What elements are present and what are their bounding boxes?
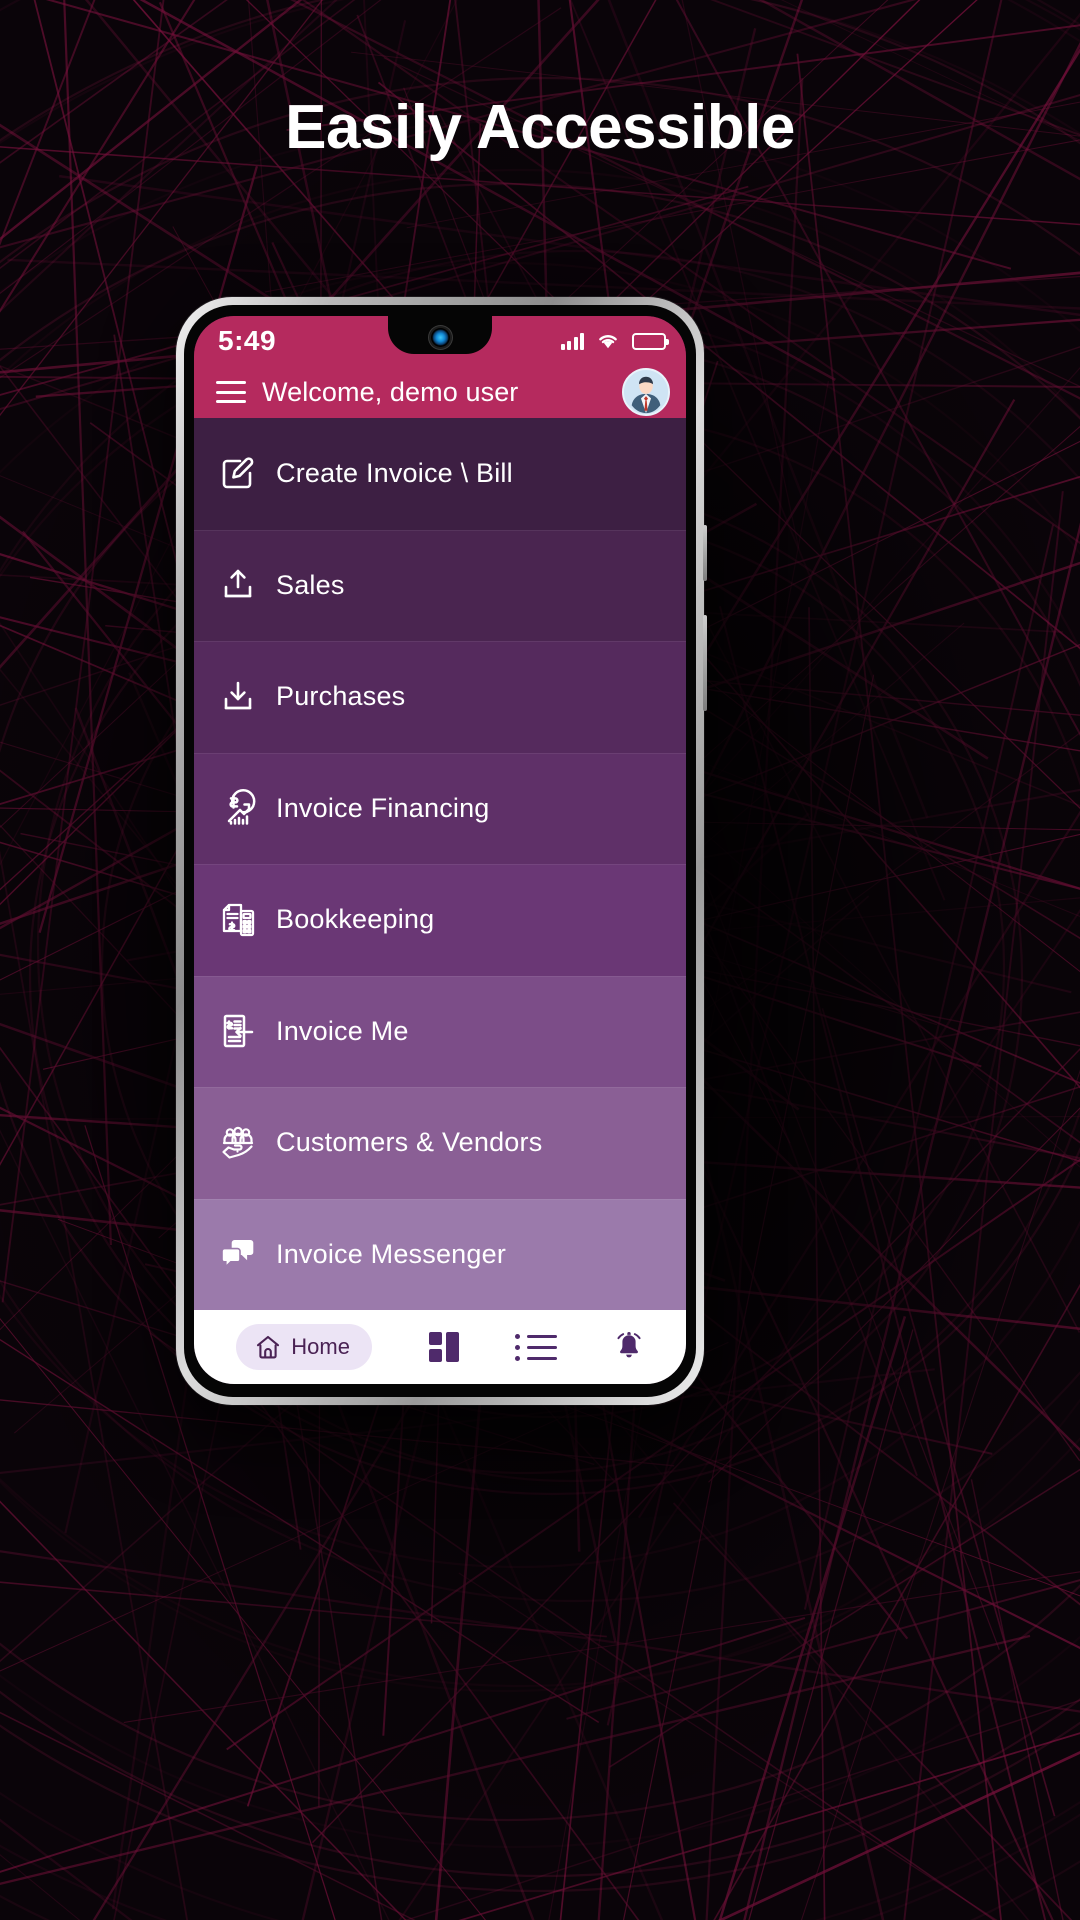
chat-bubbles-icon bbox=[216, 1232, 260, 1276]
nav-item-list[interactable] bbox=[515, 1333, 558, 1361]
app-header: Welcome, demo user bbox=[194, 366, 686, 418]
nav-item-dashboard[interactable] bbox=[428, 1332, 459, 1362]
nav-item-notifications[interactable] bbox=[614, 1331, 644, 1363]
battery-icon bbox=[632, 332, 669, 350]
menu-item-label: Invoice Me bbox=[276, 1015, 409, 1046]
phone-mockup: 5:49 Welcome, demo user Create Invoice \… bbox=[176, 297, 707, 1405]
dollar-growth-icon bbox=[216, 786, 260, 830]
front-camera-icon bbox=[430, 327, 450, 347]
main-menu-list: Create Invoice \ Bill Sales Purchases In… bbox=[194, 418, 686, 1310]
menu-item-invoice-me[interactable]: Invoice Me bbox=[194, 975, 686, 1087]
home-icon bbox=[257, 1335, 280, 1359]
page-title: Easily Accessible bbox=[285, 93, 795, 162]
menu-item-create-invoice[interactable]: Create Invoice \ Bill bbox=[194, 418, 686, 530]
menu-item-label: Invoice Messenger bbox=[276, 1238, 507, 1269]
bottom-navigation: Home bbox=[194, 1310, 686, 1384]
volume-button[interactable] bbox=[703, 615, 707, 711]
grid-icon bbox=[428, 1332, 459, 1362]
menu-item-purchases[interactable]: Purchases bbox=[194, 641, 686, 753]
download-tray-icon bbox=[216, 675, 260, 719]
menu-item-bookkeeping[interactable]: Bookkeeping bbox=[194, 864, 686, 976]
status-time: 5:49 bbox=[218, 325, 277, 356]
menu-item-invoice-messenger[interactable]: Invoice Messenger bbox=[194, 1198, 686, 1310]
invoice-arrow-icon bbox=[216, 1009, 260, 1053]
menu-item-label: Purchases bbox=[276, 681, 406, 712]
phone-bezel: 5:49 Welcome, demo user Create Invoice \… bbox=[184, 305, 696, 1397]
avatar[interactable] bbox=[622, 368, 670, 416]
signal-icon bbox=[560, 332, 584, 350]
menu-item-sales[interactable]: Sales bbox=[194, 529, 686, 641]
menu-item-label: Sales bbox=[276, 569, 345, 600]
menu-item-invoice-financing[interactable]: Invoice Financing bbox=[194, 752, 686, 864]
hamburger-icon[interactable] bbox=[216, 381, 246, 403]
nav-item-label: Home bbox=[291, 1334, 350, 1359]
status-icons bbox=[560, 332, 669, 350]
menu-item-label: Customers & Vendors bbox=[276, 1127, 543, 1158]
people-hand-icon bbox=[216, 1121, 260, 1165]
wifi-icon bbox=[599, 334, 617, 348]
list-icon bbox=[515, 1333, 558, 1361]
power-button[interactable] bbox=[703, 525, 707, 581]
nav-item-home[interactable]: Home bbox=[236, 1324, 372, 1370]
upload-tray-icon bbox=[216, 563, 260, 607]
menu-item-label: Invoice Financing bbox=[276, 792, 490, 823]
notch bbox=[388, 316, 492, 354]
menu-item-label: Create Invoice \ Bill bbox=[276, 458, 513, 489]
welcome-title: Welcome, demo user bbox=[262, 376, 519, 407]
bell-icon bbox=[617, 1332, 641, 1358]
menu-item-customers-vendors[interactable]: Customers & Vendors bbox=[194, 1087, 686, 1199]
edit-document-icon bbox=[216, 452, 260, 496]
ledger-calculator-icon bbox=[216, 898, 260, 942]
phone-screen: 5:49 Welcome, demo user Create Invoice \… bbox=[194, 316, 686, 1384]
menu-item-label: Bookkeeping bbox=[276, 904, 435, 935]
